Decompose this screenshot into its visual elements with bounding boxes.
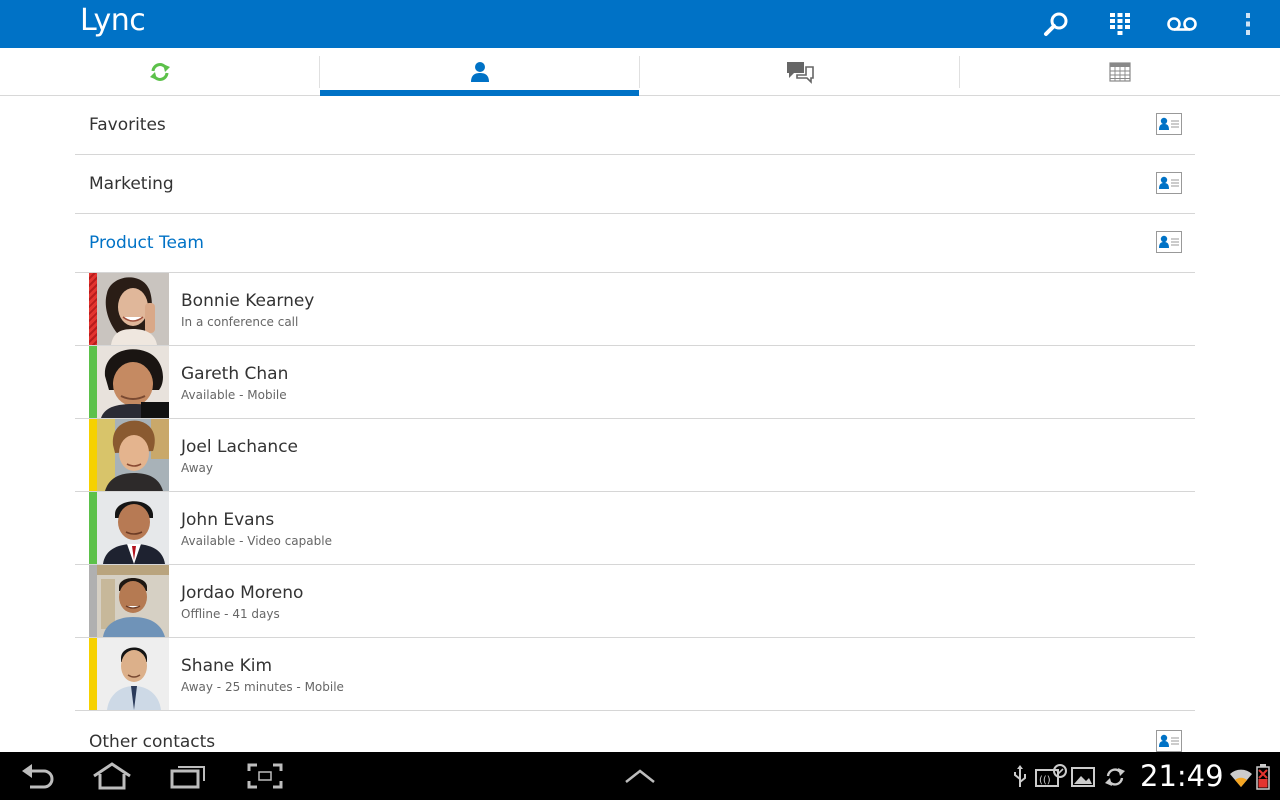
contact-status: Away (181, 461, 213, 475)
usb-icon (1012, 764, 1028, 790)
screenshot-button[interactable] (246, 760, 284, 792)
group-card-button[interactable] (1156, 113, 1182, 139)
tab-conversations[interactable] (640, 48, 959, 95)
group-marketing[interactable]: Marketing (75, 155, 1195, 214)
avatar-photo (97, 565, 169, 637)
contact-status: Away - 25 minutes - Mobile (181, 680, 344, 694)
avatar (97, 638, 169, 710)
contact-name: Jordao Moreno (181, 583, 304, 603)
dialpad-icon (1110, 13, 1130, 35)
presence-indicator-offline (89, 565, 97, 637)
contact-name: Gareth Chan (181, 364, 289, 384)
voicemail-icon (1167, 17, 1197, 31)
avatar (97, 565, 169, 637)
avatar (97, 419, 169, 491)
status-clock: 21:49 (1140, 759, 1224, 793)
refresh-icon (149, 62, 170, 81)
dialpad-button[interactable] (1104, 8, 1136, 40)
calendar-icon (1108, 61, 1131, 82)
gallery-icon (1071, 764, 1095, 790)
tab-bar (0, 48, 1280, 96)
voicemail-button[interactable] (1164, 8, 1200, 40)
search-icon (1044, 12, 1068, 36)
presence-indicator-busy (89, 273, 97, 345)
contact-name: Joel Lachance (181, 437, 299, 457)
app-tray-button[interactable] (622, 760, 658, 792)
app-bar: Lync (0, 0, 1280, 48)
tab-contacts[interactable] (320, 48, 639, 96)
home-icon (93, 762, 131, 790)
group-label: Product Team (89, 233, 204, 253)
presence-indicator-available (89, 492, 97, 564)
contact-row[interactable]: Jordao Moreno Offline - 41 days (75, 565, 1195, 638)
presence-indicator-away (89, 419, 97, 491)
sync-icon (1103, 764, 1127, 790)
contact-row[interactable]: Bonnie Kearney In a conference call (75, 273, 1195, 346)
presence-indicator-away (89, 638, 97, 710)
avatar (97, 273, 169, 345)
recent-apps-icon (170, 766, 205, 789)
group-label: Marketing (89, 174, 174, 194)
avatar (97, 492, 169, 564)
presence-indicator-available (89, 346, 97, 418)
contact-status: Available - Mobile (181, 388, 287, 402)
avatar-photo (97, 638, 169, 710)
contact-row[interactable]: Joel Lachance Away (75, 419, 1195, 492)
contact-status: Available - Video capable (181, 534, 332, 548)
group-label: Favorites (89, 115, 166, 135)
avatar-photo (97, 492, 169, 564)
contact-card-icon (1156, 113, 1182, 135)
contact-row[interactable]: John Evans Available - Video capable (75, 492, 1195, 565)
contact-row[interactable]: Shane Kim Away - 25 minutes - Mobile (75, 638, 1195, 711)
contact-card-icon (1156, 231, 1182, 253)
avatar-photo (97, 346, 169, 418)
tab-meetings[interactable] (960, 48, 1279, 95)
avatar (97, 346, 169, 418)
battery-icon (1256, 764, 1270, 790)
overflow-menu-button[interactable] (1232, 8, 1264, 40)
contact-list: Favorites Marketing Product Team Bonnie … (75, 96, 1195, 770)
recent-apps-button[interactable] (168, 760, 208, 792)
back-button[interactable] (18, 760, 58, 792)
contact-name: Shane Kim (181, 656, 273, 676)
contact-status: In a conference call (181, 315, 299, 329)
contacts-icon (470, 61, 489, 82)
contact-name: Bonnie Kearney (181, 291, 315, 311)
nfc-icon: (() (1034, 764, 1068, 790)
screenshot-icon (247, 763, 283, 789)
back-icon (22, 764, 54, 789)
contact-status: Offline - 41 days (181, 607, 280, 621)
chevron-up-icon (625, 769, 655, 783)
search-button[interactable] (1040, 8, 1072, 40)
tab-activity[interactable] (0, 48, 319, 95)
group-label: Other contacts (89, 732, 216, 752)
contact-card-icon (1156, 730, 1182, 752)
group-card-button[interactable] (1156, 231, 1182, 257)
wifi-icon (1229, 764, 1253, 790)
avatar-photo (97, 273, 169, 345)
overflow-menu-icon (1246, 13, 1250, 35)
group-product-team[interactable]: Product Team (75, 214, 1195, 273)
group-card-button[interactable] (1156, 172, 1182, 198)
system-nav-bar: (() 21:49 (0, 752, 1280, 800)
svg-text:((): (() (1039, 775, 1051, 786)
app-title: Lync (80, 3, 146, 38)
conversations-icon (786, 61, 814, 84)
contact-row[interactable]: Gareth Chan Available - Mobile (75, 346, 1195, 419)
contact-card-icon (1156, 172, 1182, 194)
group-favorites[interactable]: Favorites (75, 96, 1195, 155)
home-button[interactable] (90, 760, 134, 792)
contact-name: John Evans (181, 510, 275, 530)
avatar-photo (97, 419, 169, 491)
